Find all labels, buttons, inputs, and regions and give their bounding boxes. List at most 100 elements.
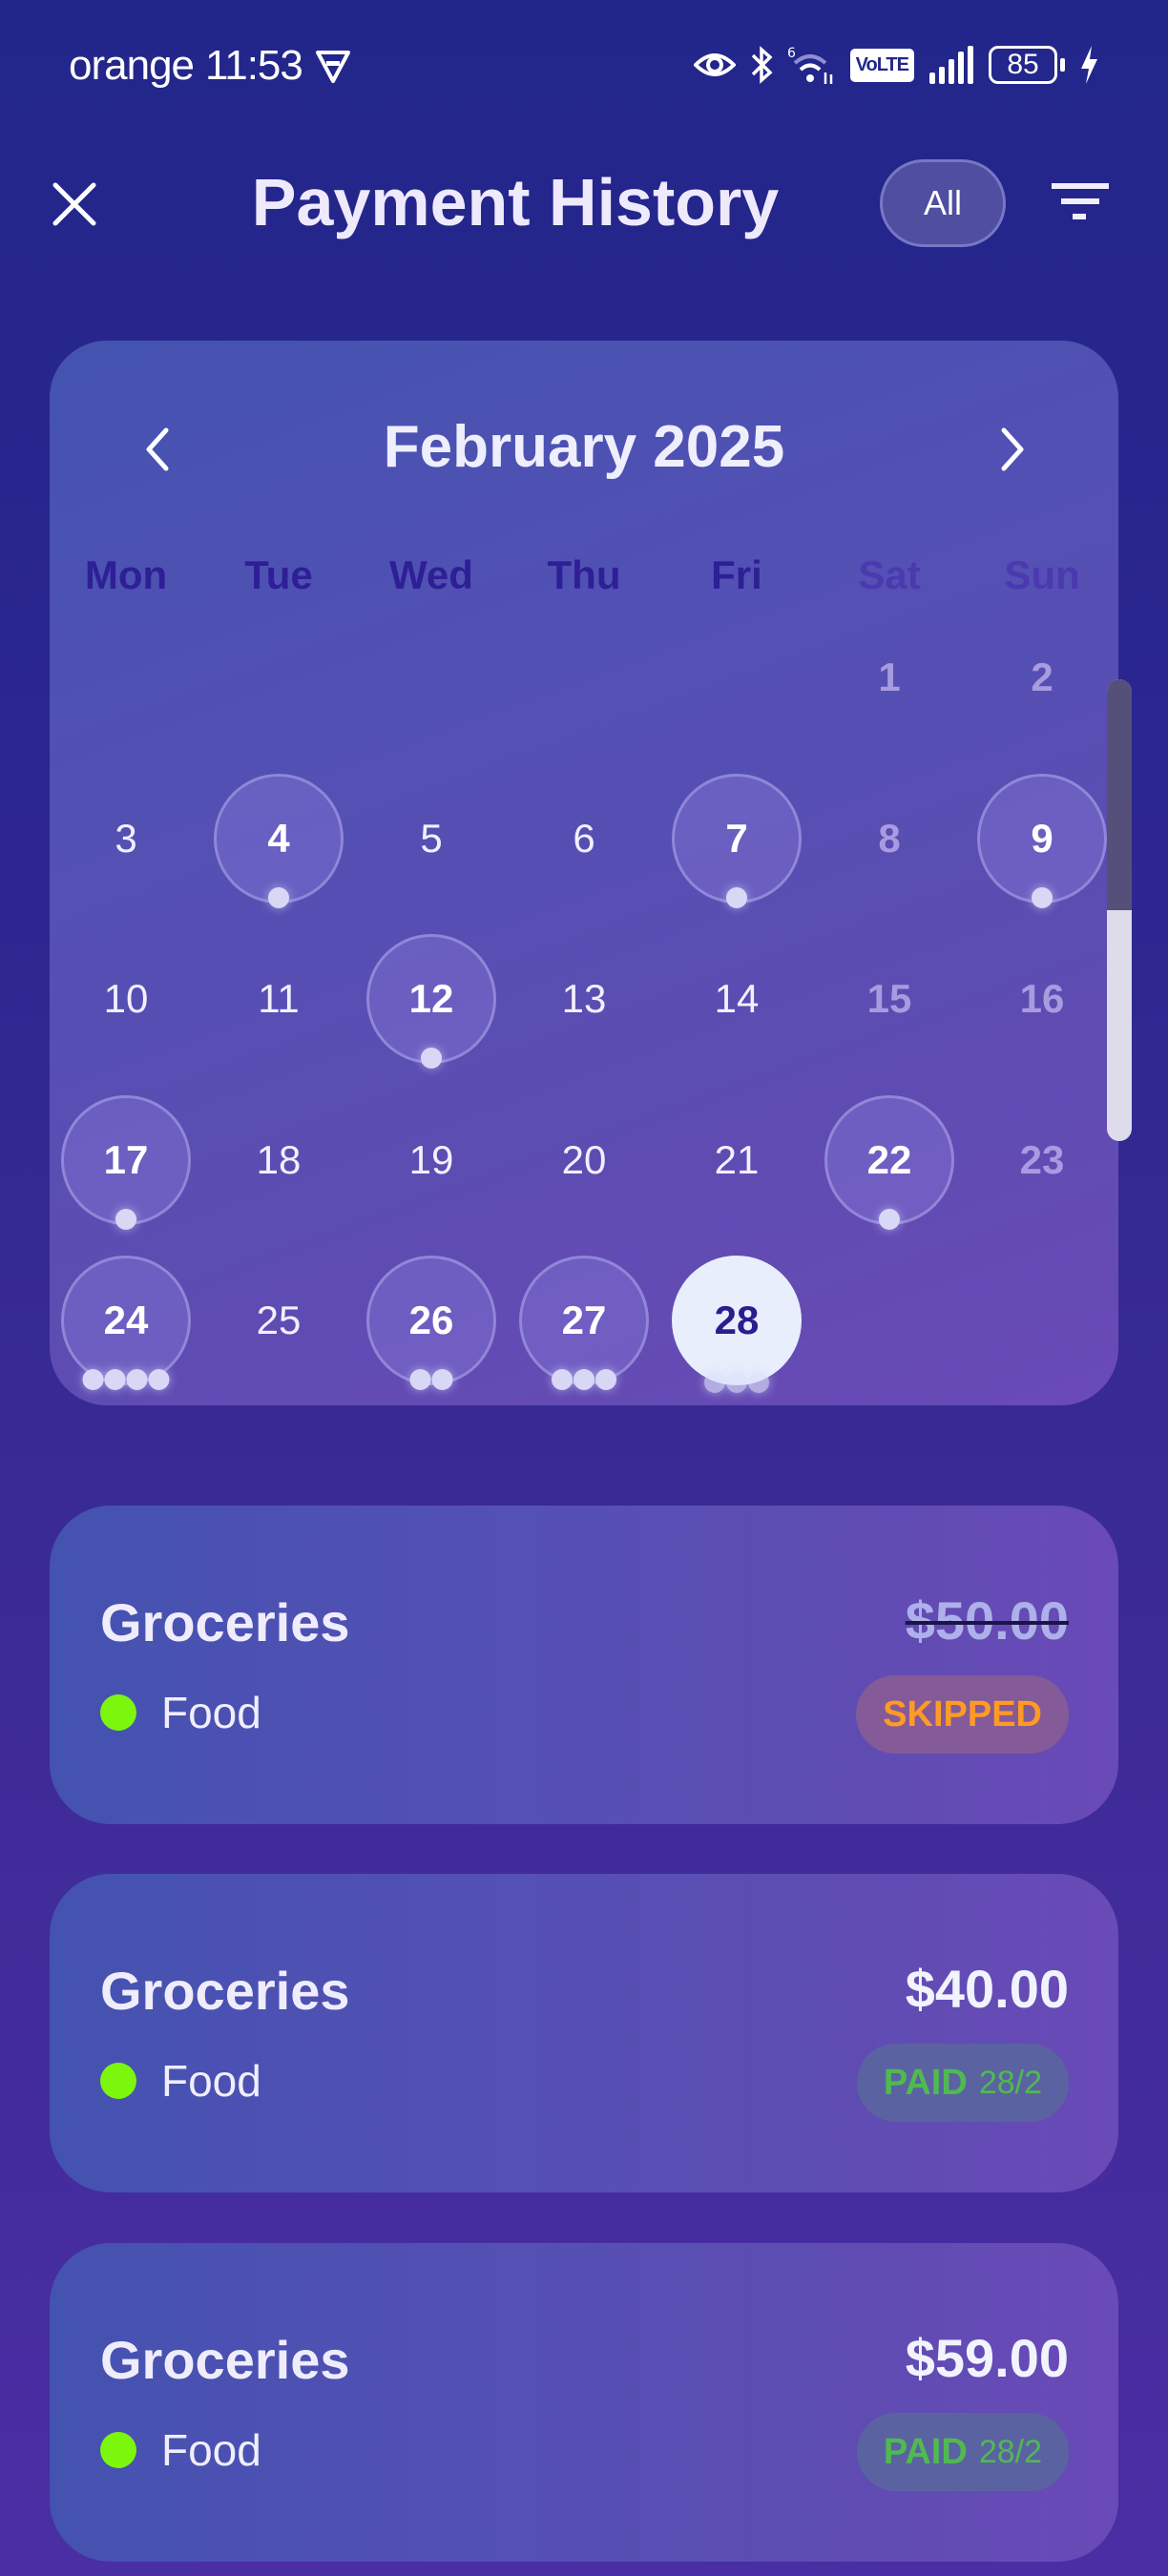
payment-amount: $50.00 bbox=[905, 1590, 1069, 1651]
category-color-dot bbox=[100, 1694, 136, 1731]
svg-text:6: 6 bbox=[787, 46, 796, 61]
calendar-day-17[interactable]: 17 bbox=[61, 1094, 191, 1230]
day-number: 8 bbox=[878, 815, 901, 861]
category-label: Food bbox=[161, 1688, 261, 1737]
payment-dot bbox=[148, 1369, 170, 1390]
payment-dot bbox=[431, 1369, 453, 1390]
weekday-wed: Wed bbox=[389, 552, 473, 597]
calendar-day-7[interactable]: 7 bbox=[672, 773, 802, 908]
payment-card[interactable]: Groceries Food $40.00 PAID 28/2 bbox=[50, 1874, 1118, 2192]
payment-dots bbox=[115, 1208, 136, 1230]
payment-dot bbox=[879, 1208, 900, 1230]
battery-icon: 85 bbox=[989, 46, 1065, 84]
calendar-day-8[interactable]: 8 bbox=[824, 774, 954, 904]
weekday-sat: Sat bbox=[858, 552, 921, 597]
calendar-day-2[interactable]: 2 bbox=[977, 613, 1107, 742]
payment-dot bbox=[268, 886, 289, 908]
status-label: PAID bbox=[883, 2431, 968, 2472]
calendar-day-3[interactable]: 3 bbox=[61, 774, 191, 904]
signal-icon bbox=[929, 46, 973, 84]
payment-dots bbox=[879, 1208, 900, 1230]
day-number: 27 bbox=[561, 1298, 607, 1342]
calendar-day-19[interactable]: 19 bbox=[366, 1095, 496, 1225]
payment-category: Food bbox=[100, 2055, 261, 2107]
day-number: 7 bbox=[725, 815, 748, 861]
calendar-day-28[interactable]: 28 bbox=[672, 1256, 802, 1393]
calendar-day-27[interactable]: 27 bbox=[519, 1256, 649, 1390]
calendar-day-12[interactable]: 12 bbox=[366, 934, 496, 1069]
payment-dots bbox=[704, 1372, 769, 1393]
calendar-day-25[interactable]: 25 bbox=[214, 1256, 344, 1385]
payment-dot bbox=[409, 1369, 431, 1390]
category-label: Food bbox=[161, 2056, 261, 2106]
vpn-icon bbox=[315, 51, 350, 83]
filter-icon[interactable] bbox=[1050, 179, 1113, 227]
calendar-day-4[interactable]: 4 bbox=[214, 773, 344, 908]
day-number: 18 bbox=[256, 1136, 302, 1182]
battery-level: 85 bbox=[1007, 49, 1039, 80]
calendar-day-18[interactable]: 18 bbox=[214, 1095, 344, 1225]
status-date: 28/2 bbox=[978, 2064, 1042, 2101]
calendar-day-26[interactable]: 26 bbox=[366, 1256, 496, 1390]
status-badge: PAID 28/2 bbox=[856, 2413, 1069, 2491]
status-date: 28/2 bbox=[978, 2433, 1042, 2470]
weekday-mon: Mon bbox=[84, 552, 168, 597]
payment-dot bbox=[574, 1369, 594, 1390]
payment-dots bbox=[82, 1369, 170, 1390]
calendar-day-22[interactable]: 22 bbox=[824, 1094, 954, 1230]
calendar-day-5[interactable]: 5 bbox=[366, 774, 496, 904]
calendar-day-23[interactable]: 23 bbox=[977, 1095, 1107, 1225]
carrier-label: orange bbox=[69, 42, 195, 89]
payment-dots bbox=[409, 1369, 453, 1390]
calendar-day-20[interactable]: 20 bbox=[519, 1095, 649, 1225]
payment-dots bbox=[726, 886, 747, 908]
calendar-day-21[interactable]: 21 bbox=[672, 1095, 802, 1225]
all-filter-pill[interactable]: All bbox=[880, 159, 1006, 247]
header: Payment History All bbox=[0, 143, 1168, 267]
day-number: 11 bbox=[258, 976, 300, 1021]
payment-dot bbox=[1032, 886, 1053, 908]
payment-dot bbox=[726, 886, 747, 908]
status-bar: orange 11:53 6 VoLTE 85 bbox=[0, 0, 1168, 134]
day-number: 23 bbox=[1019, 1136, 1065, 1182]
status-label: SKIPPED bbox=[883, 1693, 1042, 1735]
charging-icon bbox=[1081, 46, 1097, 84]
volte-icon: VoLTE bbox=[849, 48, 914, 82]
payment-dot bbox=[748, 1372, 769, 1393]
calendar-day-15[interactable]: 15 bbox=[824, 934, 954, 1064]
payment-dot bbox=[104, 1369, 126, 1390]
status-badge: PAID 28/2 bbox=[856, 2044, 1069, 2122]
calendar-day-1[interactable]: 1 bbox=[824, 613, 954, 742]
calendar-day-9[interactable]: 9 bbox=[977, 773, 1107, 908]
page-title: Payment History bbox=[251, 165, 780, 239]
day-number: 16 bbox=[1019, 976, 1065, 1021]
weekday-fri: Fri bbox=[711, 552, 762, 597]
calendar-day-6[interactable]: 6 bbox=[519, 774, 649, 904]
calendar-header: February 2025 bbox=[50, 405, 1118, 491]
category-color-dot bbox=[100, 2063, 136, 2099]
status-badge: SKIPPED bbox=[856, 1675, 1069, 1754]
day-number: 4 bbox=[267, 815, 290, 861]
next-month-chevron-icon[interactable] bbox=[989, 421, 1036, 478]
payment-title: Groceries bbox=[100, 1961, 350, 2021]
day-number: 14 bbox=[714, 976, 760, 1021]
payment-dots bbox=[421, 1048, 442, 1069]
day-number: 13 bbox=[561, 976, 607, 1021]
day-number: 15 bbox=[866, 976, 912, 1021]
payment-card[interactable]: Groceries Food $50.00 SKIPPED bbox=[50, 1506, 1118, 1824]
payment-dot bbox=[552, 1369, 573, 1390]
payment-title: Groceries bbox=[100, 1592, 350, 1652]
calendar-day-13[interactable]: 13 bbox=[519, 934, 649, 1064]
calendar-day-14[interactable]: 14 bbox=[672, 934, 802, 1064]
calendar-day-16[interactable]: 16 bbox=[977, 934, 1107, 1064]
payment-category: Food bbox=[100, 1687, 261, 1738]
eye-icon bbox=[693, 53, 736, 76]
day-number: 17 bbox=[103, 1136, 149, 1182]
day-number: 6 bbox=[573, 815, 595, 861]
calendar-day-10[interactable]: 10 bbox=[61, 934, 191, 1064]
calendar-scrollbar[interactable] bbox=[1107, 679, 1132, 1141]
payment-card[interactable]: Groceries Food $59.00 PAID 28/2 bbox=[50, 2243, 1118, 2562]
calendar-day-24[interactable]: 24 bbox=[61, 1256, 191, 1390]
calendar-day-11[interactable]: 11 bbox=[214, 934, 344, 1064]
day-number: 26 bbox=[408, 1298, 454, 1342]
